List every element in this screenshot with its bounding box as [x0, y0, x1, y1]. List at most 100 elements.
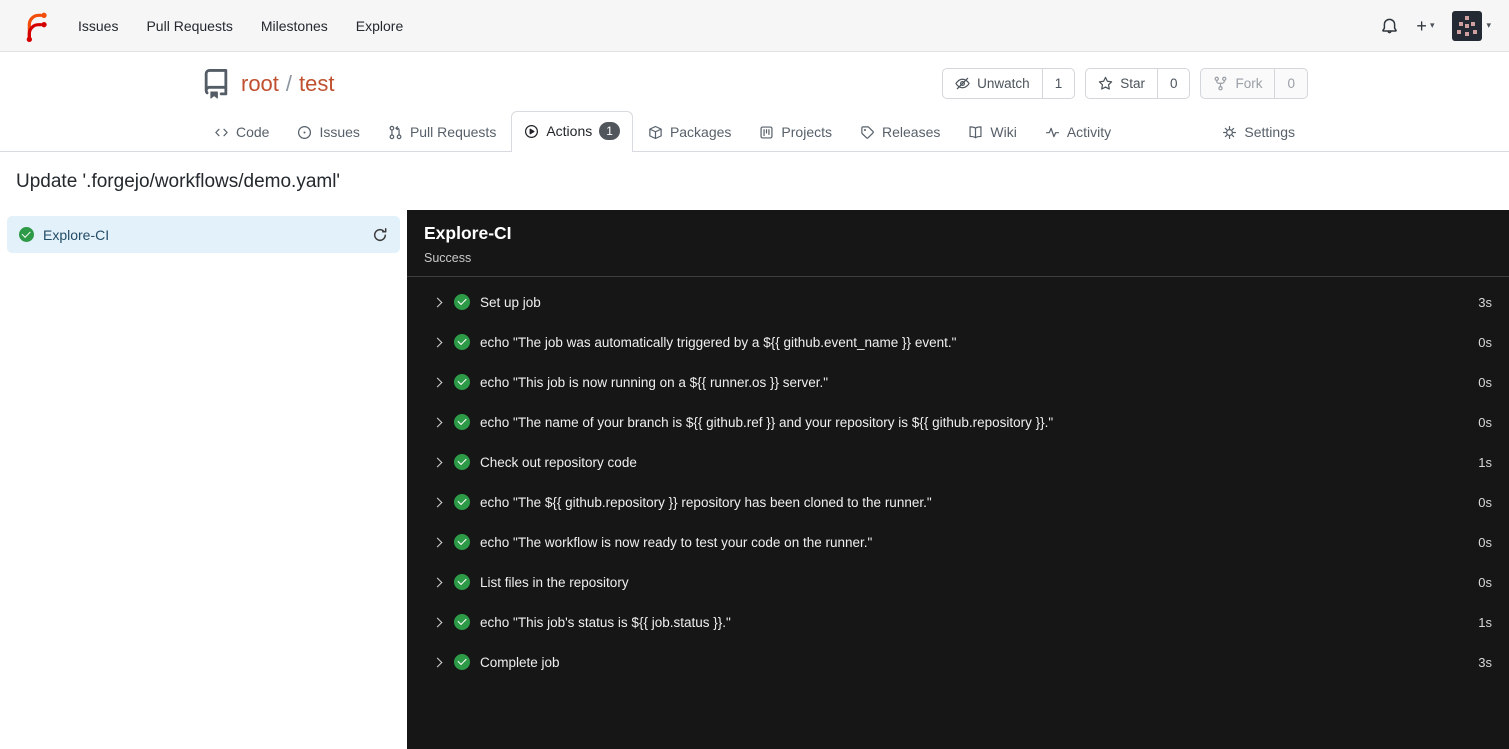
navbar-right: + ▾ ▾: [1381, 10, 1495, 41]
repo-tabs: Code Issues Pull Requests Actions 1 Pack…: [201, 111, 1308, 152]
step-row[interactable]: echo "The ${{ github.repository }} repos…: [407, 482, 1509, 522]
job-sidebar: Explore-CI: [0, 210, 407, 749]
step-row[interactable]: echo "This job's status is ${{ job.statu…: [407, 602, 1509, 642]
star-button[interactable]: Star: [1086, 69, 1157, 98]
issue-icon: [298, 125, 312, 139]
create-new-button[interactable]: + ▾: [1416, 17, 1434, 35]
chevron-right-icon: [432, 617, 443, 627]
run-title: Update '.forgejo/workflows/demo.yaml': [16, 171, 341, 192]
tag-icon: [861, 125, 874, 139]
step-duration: 0s: [1478, 494, 1492, 510]
step-row[interactable]: echo "The name of your branch is ${{ git…: [407, 402, 1509, 442]
play-circle-icon: [525, 124, 539, 138]
eye-slash-icon: [955, 77, 970, 90]
success-check-icon: [454, 294, 470, 310]
step-label: List files in the repository: [480, 574, 629, 590]
success-check-icon: [454, 494, 470, 510]
tab-label: Projects: [781, 124, 832, 140]
step-duration: 0s: [1478, 534, 1492, 550]
tab-wiki[interactable]: Wiki: [955, 113, 1029, 151]
repo-owner-link[interactable]: root: [241, 71, 279, 97]
plus-icon: +: [1416, 15, 1427, 36]
chevron-right-icon: [432, 337, 443, 347]
unwatch-button[interactable]: Unwatch: [943, 69, 1042, 98]
star-icon: [1099, 76, 1113, 90]
star-label: Star: [1120, 76, 1145, 91]
step-duration: 1s: [1478, 614, 1492, 630]
bell-icon: [1382, 18, 1398, 34]
job-item-explore-ci[interactable]: Explore-CI: [7, 216, 400, 253]
tab-releases[interactable]: Releases: [847, 113, 953, 151]
fork-label: Fork: [1235, 76, 1263, 91]
tab-pull-requests[interactable]: Pull Requests: [375, 113, 509, 151]
tab-label: Actions: [546, 123, 593, 139]
chevron-right-icon: [432, 497, 443, 507]
tab-activity[interactable]: Activity: [1032, 113, 1124, 151]
nav-explore[interactable]: Explore: [342, 9, 417, 43]
tab-issues[interactable]: Issues: [284, 113, 372, 151]
avatar: [1452, 10, 1483, 41]
tab-label: Pull Requests: [409, 124, 497, 140]
step-duration: 3s: [1478, 654, 1492, 670]
nav-milestones[interactable]: Milestones: [247, 9, 342, 43]
step-row[interactable]: Check out repository code 1s: [407, 442, 1509, 482]
success-check-icon: [454, 534, 470, 550]
repo-header: root / test Unwatch 1 Star 0 Fork 0 Code…: [0, 52, 1509, 152]
fork-button-group: Fork 0: [1200, 68, 1308, 99]
success-check-icon: [454, 374, 470, 390]
repo-icon: [204, 68, 228, 99]
step-row[interactable]: echo "This job is now running on a ${{ r…: [407, 362, 1509, 402]
tab-projects[interactable]: Projects: [746, 113, 845, 151]
step-label: Check out repository code: [480, 454, 637, 470]
fork-button[interactable]: Fork: [1201, 69, 1274, 98]
tab-code[interactable]: Code: [201, 113, 282, 151]
rerun-job-button[interactable]: [372, 227, 388, 243]
success-check-icon: [454, 654, 470, 670]
tab-label: Code: [236, 124, 270, 140]
step-row[interactable]: List files in the repository 0s: [407, 562, 1509, 602]
tab-label: Issues: [319, 124, 360, 140]
watchers-count[interactable]: 1: [1041, 69, 1075, 98]
step-row[interactable]: echo "The job was automatically triggere…: [407, 322, 1509, 362]
step-duration: 0s: [1478, 414, 1492, 430]
step-row[interactable]: Complete job 3s: [407, 642, 1509, 682]
tab-actions[interactable]: Actions 1: [511, 111, 633, 152]
project-board-icon: [760, 125, 773, 139]
stars-count[interactable]: 0: [1156, 69, 1190, 98]
step-label: Set up job: [480, 294, 541, 310]
nav-issues[interactable]: Issues: [64, 9, 132, 43]
repo-title: root / test: [241, 71, 335, 97]
step-row[interactable]: Set up job 3s: [407, 282, 1509, 322]
success-check-icon: [454, 454, 470, 470]
chevron-right-icon: [432, 537, 443, 547]
user-menu[interactable]: ▾: [1452, 10, 1491, 41]
pull-request-icon: [389, 125, 402, 139]
repo-name-link[interactable]: test: [299, 71, 334, 97]
success-check-icon: [19, 227, 34, 242]
tab-packages[interactable]: Packages: [635, 113, 744, 151]
chevron-right-icon: [432, 577, 443, 587]
unwatch-label: Unwatch: [977, 76, 1030, 91]
refresh-icon: [374, 227, 387, 241]
step-label: echo "The job was automatically triggere…: [480, 334, 957, 350]
success-check-icon: [454, 334, 470, 350]
step-label: echo "The name of your branch is ${{ git…: [480, 414, 1054, 430]
gear-icon: [1223, 125, 1237, 139]
fork-icon: [1215, 76, 1227, 91]
book-icon: [969, 125, 982, 138]
repo-actions: Unwatch 1 Star 0 Fork 0: [942, 68, 1308, 99]
step-label: echo "The workflow is now ready to test …: [480, 534, 873, 550]
tab-settings[interactable]: Settings: [1209, 113, 1308, 151]
chevron-right-icon: [432, 657, 443, 667]
main-nav: Issues Pull Requests Milestones Explore: [64, 9, 417, 43]
step-label: echo "This job is now running on a ${{ r…: [480, 374, 829, 390]
forgejo-logo[interactable]: [20, 10, 52, 42]
code-icon: [215, 128, 228, 136]
success-check-icon: [454, 574, 470, 590]
notifications-button[interactable]: [1381, 17, 1398, 34]
step-row[interactable]: echo "The workflow is now ready to test …: [407, 522, 1509, 562]
nav-pull-requests[interactable]: Pull Requests: [132, 9, 246, 43]
top-navbar: Issues Pull Requests Milestones Explore …: [0, 0, 1509, 52]
pulse-icon: [1045, 127, 1059, 137]
forks-count[interactable]: 0: [1274, 69, 1307, 98]
